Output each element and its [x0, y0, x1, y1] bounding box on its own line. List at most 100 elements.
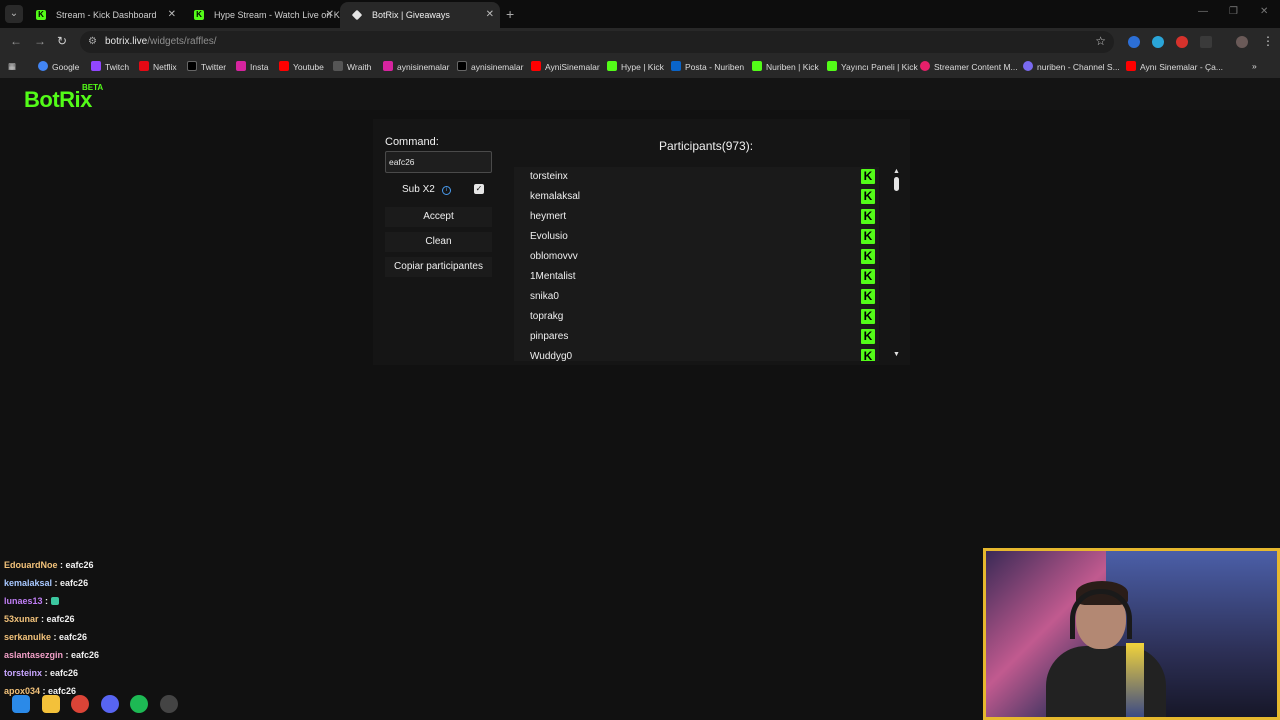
x-icon [187, 61, 197, 71]
channel-icon [1023, 61, 1033, 71]
chrome-icon[interactable] [71, 695, 89, 713]
bookmark-insta[interactable]: Insta [236, 61, 268, 72]
chat-username: EdouardNoe [4, 560, 58, 570]
kick-icon: K [36, 10, 46, 20]
participants-list[interactable]: torsteinx K kemalaksal K heymert K Evolusio… [514, 167, 879, 361]
participant-name: Evolusio [530, 231, 568, 242]
bookmark-twitch[interactable]: Twitch [91, 61, 129, 72]
bookmark-netflix[interactable]: Netflix [139, 61, 177, 72]
participant-row[interactable]: Wuddyg0 K [514, 347, 879, 361]
file-explorer-icon[interactable] [42, 695, 60, 713]
chat-username: lunaes13 [4, 596, 43, 606]
sub-x2-checkbox[interactable]: ✓ [474, 184, 484, 194]
clean-button[interactable]: Clean [385, 232, 492, 252]
maximize-icon[interactable]: ❐ [1229, 6, 1238, 17]
discord-icon[interactable] [101, 695, 119, 713]
kick-icon: K [861, 189, 875, 204]
bookmark-hype-kick[interactable]: Hype | Kick [607, 61, 664, 72]
apps-grid-icon[interactable]: ▦ [8, 61, 16, 72]
kick-icon: K [861, 309, 875, 324]
extensions-puzzle-icon[interactable] [1200, 36, 1212, 48]
chat-message: torsteinx : eafc26 [4, 668, 79, 678]
participant-row[interactable]: Evolusio K [514, 227, 879, 247]
outlook-icon [671, 61, 681, 71]
obs-icon[interactable] [160, 695, 178, 713]
youtube-icon [1126, 61, 1136, 71]
raffle-panel: Command: Sub X2 i ✓ Accept Clean Copiar … [373, 119, 910, 365]
scroll-down-arrow-icon[interactable]: ▼ [893, 351, 900, 358]
scrollbar-thumb[interactable] [894, 177, 899, 191]
emote-icon [50, 597, 59, 605]
profile-avatar[interactable] [1236, 36, 1248, 48]
bookmark-nuriben-channel[interactable]: nuriben - Channel S... [1023, 61, 1120, 72]
window-close-icon[interactable]: ✕ [1260, 6, 1268, 17]
chat-username: aslantasezgin [4, 650, 64, 660]
extension-globe-icon[interactable] [1152, 36, 1164, 48]
scroll-up-arrow-icon[interactable]: ▲ [893, 168, 900, 175]
participant-name: toprakg [530, 311, 564, 322]
chat-text: eafc26 [60, 578, 89, 588]
close-tab-icon[interactable]: ✕ [168, 2, 176, 28]
bookmark-yayinci-paneli[interactable]: Yayıncı Paneli | Kick [827, 61, 918, 72]
participant-row[interactable]: heymert K [514, 207, 879, 227]
chat-text: eafc26 [50, 668, 79, 678]
participant-row[interactable]: torsteinx K [514, 167, 879, 187]
spotify-icon[interactable] [130, 695, 148, 713]
site-info-icon[interactable]: ⚙ [88, 36, 100, 48]
bookmark-star-icon[interactable]: ☆ [1095, 34, 1106, 48]
info-icon[interactable]: i [442, 186, 451, 195]
close-tab-icon[interactable]: ✕ [486, 2, 494, 28]
new-tab-plus-icon[interactable]: + [506, 6, 514, 22]
tab-hype-stream[interactable]: K Hype Stream - Watch Live on K ✕ [182, 2, 340, 28]
bookmark-ayni-sinemalar[interactable]: Aynı Sinemalar - Ça... [1126, 61, 1223, 72]
participant-row[interactable]: oblomovvv K [514, 247, 879, 267]
reload-icon[interactable]: ↻ [57, 34, 67, 48]
address-bar[interactable]: ⚙ botrix.live/widgets/raffles/ ☆ [80, 31, 1114, 53]
participant-row[interactable]: toprakg K [514, 307, 879, 327]
app-header: BotRix BETA [0, 78, 1280, 112]
extension-red-icon[interactable] [1176, 36, 1188, 48]
browser-tab-strip: ⌄ K Stream - Kick Dashboard ✕ K Hype Str… [0, 0, 1280, 28]
participant-row[interactable]: snika0 K [514, 287, 879, 307]
bookmark-google[interactable]: Google [38, 61, 79, 72]
kick-icon [827, 61, 837, 71]
chat-text: eafc26 [46, 614, 75, 624]
kick-icon [752, 61, 762, 71]
bookmark-aynisinemalar-1[interactable]: aynisinemalar [383, 61, 449, 72]
bookmark-streamer-content[interactable]: Streamer Content M... [920, 61, 1018, 72]
close-tab-icon[interactable]: ✕ [326, 2, 334, 28]
back-arrow-icon[interactable]: ← [10, 34, 22, 48]
wraith-icon [333, 61, 343, 71]
tab-botrix-giveaways[interactable]: BotRix | Giveaways ✕ [340, 2, 500, 28]
chat-username: 53xunar [4, 614, 39, 624]
twitch-icon [91, 61, 101, 71]
accept-button[interactable]: Accept [385, 207, 492, 227]
tab-search-button[interactable]: ⌄ [5, 5, 23, 23]
tab-title: BotRix | Giveaways [372, 10, 450, 20]
bookmark-aynisinemalar-2[interactable]: aynisinemalar [457, 61, 523, 72]
bookmark-aynisinemalar-3[interactable]: AyniSinemalar [531, 61, 600, 72]
minimize-icon[interactable]: — [1198, 6, 1208, 17]
participant-row[interactable]: 1Mentalist K [514, 267, 879, 287]
beta-badge: BETA [82, 83, 104, 92]
bookmarks-bar: ▦ Google Twitch Netflix Twitter Insta Yo… [0, 56, 1280, 78]
webcam-streamer-body [1046, 646, 1166, 717]
bookmark-twitter[interactable]: Twitter [187, 61, 226, 72]
extension-shield-icon[interactable] [1128, 36, 1140, 48]
chat-username: kemalaksal [4, 578, 53, 588]
more-bookmarks-icon[interactable]: » [1252, 61, 1257, 71]
command-input[interactable] [385, 151, 492, 173]
bookmark-youtube[interactable]: Youtube [279, 61, 324, 72]
participant-row[interactable]: pinpares K [514, 327, 879, 347]
copy-participants-button[interactable]: Copiar participantes [385, 257, 492, 277]
forward-arrow-icon[interactable]: → [34, 34, 46, 48]
bookmark-nuriben-kick[interactable]: Nuriben | Kick [752, 61, 819, 72]
participant-row[interactable]: kemalaksal K [514, 187, 879, 207]
tab-kick-dashboard[interactable]: K Stream - Kick Dashboard ✕ [24, 2, 182, 28]
streamer-icon [920, 61, 930, 71]
more-menu-icon[interactable]: ⋮ [1262, 34, 1274, 48]
windows-start-icon[interactable] [12, 695, 30, 713]
bookmark-posta[interactable]: Posta - Nuriben [671, 61, 744, 72]
google-icon [38, 61, 48, 71]
bookmark-wraith[interactable]: Wraith [333, 61, 371, 72]
